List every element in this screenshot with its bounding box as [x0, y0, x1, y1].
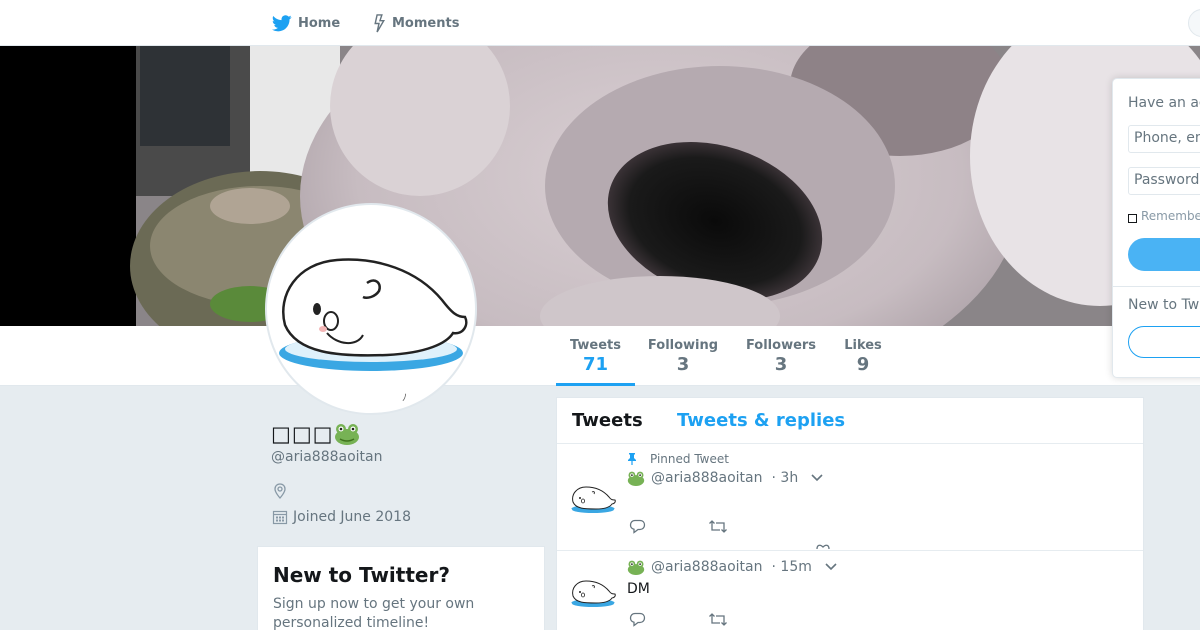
stat-likes-label: Likes	[844, 338, 882, 353]
new-to-twitter-body: Sign up now to get your own personalized…	[273, 596, 475, 630]
lightning-icon	[374, 13, 385, 32]
remember-me-row[interactable]: Remembe	[1128, 209, 1200, 223]
calendar-icon	[272, 510, 288, 525]
location-pin-icon	[272, 483, 288, 503]
login-card: Have an ac Phone, em Password Remembe Ne…	[1112, 78, 1200, 378]
tweet-actions	[629, 519, 790, 534]
profile-name: □□□	[271, 420, 360, 448]
new-to-twitter-title: New to Twitter?	[273, 563, 450, 587]
tweet-timestamp[interactable]: · 3h	[772, 470, 799, 486]
top-navigation-bar: Home Moments	[0, 0, 1200, 46]
reply-icon[interactable]	[629, 519, 646, 534]
tweet-actions	[629, 612, 790, 627]
profile-handle[interactable]: @aria888aoitan	[271, 449, 383, 465]
timeline-tabs: Tweets Tweets & replies	[557, 398, 1143, 444]
profile-joined-label: Joined June 2018	[293, 509, 411, 525]
frog-icon	[627, 471, 645, 486]
have-account-label: Have an ac	[1128, 95, 1200, 111]
profile-joined: Joined June 2018	[272, 509, 411, 525]
tweet-header: @aria888aoitan · 3h	[627, 470, 823, 486]
nav-moments-label: Moments	[392, 15, 460, 31]
stat-tweets-value: 71	[582, 354, 609, 375]
tweet-handle[interactable]: @aria888aoitan	[651, 470, 763, 486]
retweet-icon[interactable]	[708, 519, 728, 534]
stat-followers-label: Followers	[745, 338, 817, 353]
stat-following[interactable]: Following 3	[643, 326, 723, 386]
remember-me-checkbox[interactable]	[1128, 213, 1137, 223]
tweet-timestamp[interactable]: · 15m	[772, 559, 812, 575]
heart-icon[interactable]	[816, 543, 830, 551]
frog-icon	[334, 424, 359, 445]
timeline: Tweets Tweets & replies Pinned Tweet @ar…	[556, 397, 1144, 630]
tweet-item[interactable]: @aria888aoitan · 15m DM	[557, 551, 1143, 630]
new-to-twitter-module: New to Twitter? Sign up now to get your …	[257, 546, 545, 630]
stat-following-value: 3	[676, 354, 690, 375]
pinned-label: Pinned Tweet	[650, 452, 729, 466]
pin-icon	[628, 453, 636, 465]
retweet-icon[interactable]	[708, 612, 728, 627]
stat-followers-value: 3	[774, 354, 788, 375]
chevron-down-icon[interactable]	[825, 563, 837, 571]
tab-tweets[interactable]: Tweets	[572, 410, 643, 431]
new-to-twitter-label: New to Twi	[1128, 297, 1200, 313]
tweet-avatar[interactable]	[569, 474, 617, 522]
tab-tweets-and-replies[interactable]: Tweets & replies	[677, 410, 845, 431]
tweet-handle[interactable]: @aria888aoitan	[651, 559, 763, 575]
stat-following-label: Following	[647, 338, 719, 353]
stat-followers[interactable]: Followers 3	[741, 326, 821, 386]
nav-home-label: Home	[298, 15, 341, 31]
frog-icon	[627, 560, 645, 575]
tweet-text: DM	[627, 581, 650, 597]
signup-button[interactable]	[1128, 326, 1200, 358]
login-button[interactable]	[1128, 238, 1200, 271]
profile-banner-image	[0, 46, 1200, 326]
stat-likes[interactable]: Likes 9	[835, 326, 891, 386]
phone-email-input[interactable]: Phone, em	[1128, 125, 1200, 153]
tweet-header: @aria888aoitan · 15m	[627, 559, 837, 575]
remember-me-label: Remembe	[1141, 209, 1200, 223]
profile-stats-bar: Tweets 71 Following 3 Followers 3 Likes …	[0, 326, 1200, 386]
stat-tweets-label: Tweets	[569, 338, 622, 353]
reply-icon[interactable]	[629, 612, 646, 627]
tweet-avatar[interactable]	[569, 568, 617, 616]
tweet-item[interactable]: Pinned Tweet @aria888aoitan · 3h	[557, 444, 1143, 551]
seal-avatar-image: ﾉ	[279, 258, 468, 404]
profile-name-text: □□□	[271, 422, 334, 446]
twitter-bird-icon	[272, 14, 292, 31]
login-divider	[1113, 286, 1200, 287]
stat-tweets[interactable]: Tweets 71	[556, 326, 635, 386]
password-input[interactable]: Password	[1128, 167, 1200, 195]
nav-home[interactable]: Home	[272, 0, 340, 46]
svg-text:ﾉ: ﾉ	[402, 393, 407, 404]
search-field[interactable]	[1188, 9, 1200, 37]
pinned-indicator: Pinned Tweet	[627, 452, 729, 466]
stat-likes-value: 9	[856, 354, 870, 375]
profile-avatar[interactable]: ﾉ	[265, 203, 477, 415]
chevron-down-icon[interactable]	[811, 474, 823, 482]
nav-moments[interactable]: Moments	[372, 0, 459, 46]
